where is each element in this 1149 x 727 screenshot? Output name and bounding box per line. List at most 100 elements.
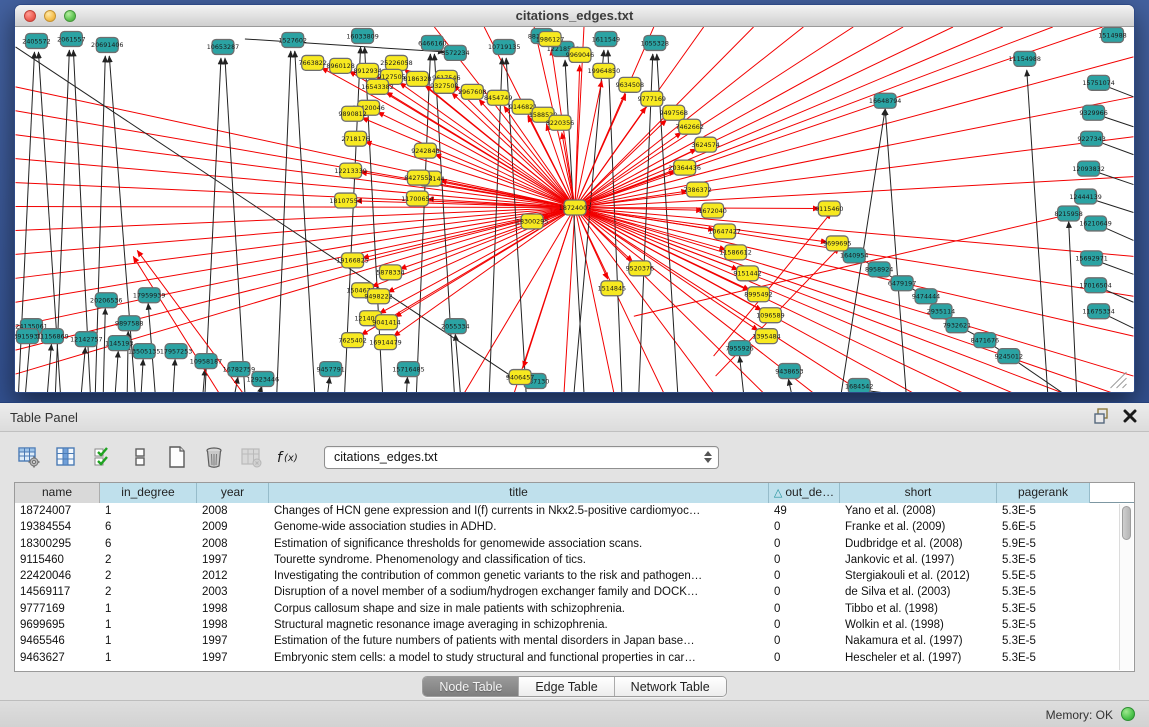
table-cell[interactable]: 2003 [197,584,269,600]
table-cell[interactable]: 1 [100,650,197,666]
graph-node[interactable]: 9777169 [638,91,666,106]
network-canvas[interactable]: 2405572206155720691406106532871527602160… [15,27,1134,393]
table-cell[interactable]: Franke et al. (2009) [840,519,997,535]
graph-node[interactable]: 7386372 [683,182,711,197]
graph-node[interactable]: 9498222 [364,289,392,304]
graph-node[interactable]: 9406457 [506,370,534,385]
table-cell[interactable]: 2008 [197,503,269,519]
table-cell[interactable]: 0 [769,617,840,633]
table-cell[interactable]: 5.3E-5 [997,584,1090,600]
graph-node[interactable]: 10958187 [190,354,222,369]
table-row[interactable]: 1830029562008Estimation of significance … [15,536,1134,552]
table-cell[interactable]: 49 [769,503,840,519]
table-cell[interactable]: Dudbridge et al. (2008) [840,536,997,552]
table-cell[interactable]: Stergiakouli et al. (2012) [840,568,997,584]
column-header-pagerank[interactable]: pagerank [997,483,1090,503]
table-cell[interactable]: Estimation of the future numbers of pati… [269,633,769,649]
graph-node[interactable]: 9457791 [316,362,344,377]
table-cell[interactable]: 5.3E-5 [997,552,1090,568]
table-cell[interactable]: 1997 [197,650,269,666]
graph-node[interactable]: 2405572 [22,33,50,48]
graph-node[interactable]: 1672040 [698,203,726,218]
graph-node[interactable]: 2055334 [441,319,469,334]
graph-node[interactable]: 8427552 [404,170,432,185]
graph-node[interactable]: 9041414 [372,315,400,330]
table-cell[interactable]: Jankovic et al. (1997) [840,552,997,568]
graph-node[interactable]: 12213339 [334,163,366,178]
graph-node[interactable]: 20364436 [668,160,700,175]
table-cell[interactable]: Estimation of significance thresholds fo… [269,536,769,552]
table-cell[interactable]: 6 [100,536,197,552]
table-cell[interactable]: 9465546 [15,633,100,649]
graph-node[interactable]: 11154988 [1009,51,1041,66]
row-height-button[interactable] [127,444,153,470]
graph-node[interactable]: 19964850 [588,63,620,78]
graph-node[interactable]: 9474444 [912,289,940,304]
table-cell[interactable]: Investigating the contribution of common… [269,568,769,584]
graph-node[interactable]: 12444139 [1069,189,1101,204]
table-settings-button[interactable] [16,444,42,470]
table-cell[interactable]: 1998 [197,617,269,633]
graph-node[interactable]: 7932621 [943,318,971,333]
graph-node[interactable]: 15716485 [392,362,424,377]
graph-node[interactable]: 9438653 [775,364,803,379]
table-cell[interactable]: 5.9E-5 [997,536,1090,552]
graph-node[interactable]: 9151442 [733,266,761,281]
table-cell[interactable]: 5.3E-5 [997,617,1090,633]
table-cell[interactable]: Wolkin et al. (1998) [840,617,997,633]
table-cell[interactable]: 2 [100,568,197,584]
table-row[interactable]: 946554611997Estimation of the future num… [15,633,1134,649]
graph-node[interactable]: 9245012 [995,349,1023,364]
graph-node[interactable]: 18107554 [329,193,361,208]
table-cell[interactable]: 22420046 [15,568,100,584]
column-visibility-button[interactable] [90,444,116,470]
table-cell[interactable]: 1 [100,601,197,617]
graph-node[interactable]: 1395484 [752,329,780,344]
scrollbar-thumb[interactable] [1122,506,1131,540]
table-vertical-scrollbar[interactable] [1119,504,1133,670]
table-cell[interactable]: 14569117 [15,584,100,600]
graph-node[interactable]: 7625402 [338,333,366,348]
table-cell[interactable]: Tourette syndrome. Phenomenology and cla… [269,552,769,568]
graph-node[interactable]: 12923446 [247,372,279,387]
graph-node[interactable]: 7462662 [675,119,703,134]
table-cell[interactable]: 5.5E-5 [997,568,1090,584]
table-cell[interactable]: Changes of HCN gene expression and I(f) … [269,503,769,519]
graph-node[interactable]: 9634508 [616,77,644,92]
graph-node[interactable]: 9520376 [626,261,654,276]
delete-column-trash-button[interactable] [201,444,227,470]
graph-node[interactable]: 16648794 [869,93,901,108]
table-cell[interactable]: 0 [769,633,840,649]
canvas-resize-grip[interactable] [1111,372,1127,388]
table-cell[interactable]: 5.3E-5 [997,650,1090,666]
table-cell[interactable]: 1 [100,503,197,519]
table-cell[interactable]: Hescheler et al. (1997) [840,650,997,666]
table-row[interactable]: 1938455462009Genome-wide association stu… [15,519,1134,535]
graph-node[interactable]: 9699695 [823,236,851,251]
graph-node[interactable]: 11700654 [401,191,433,206]
graph-node[interactable]: 20206536 [90,293,122,308]
column-header-year[interactable]: year [197,483,269,503]
graph-node[interactable]: 7663822 [299,55,327,70]
table-cell[interactable]: Yano et al. (2008) [840,503,997,519]
graph-node[interactable]: 7955926 [725,341,753,356]
graph-node[interactable]: 9242848 [411,143,439,158]
table-cell[interactable]: 0 [769,568,840,584]
table-cell[interactable]: 0 [769,601,840,617]
graph-node[interactable]: 1611549 [592,31,620,46]
graph-node[interactable]: 9969046 [566,47,594,62]
table-row[interactable]: 2242004622012Investigating the contribut… [15,568,1134,584]
graph-node[interactable]: 16033809 [346,28,378,43]
graph-node[interactable]: 10653287 [207,39,239,54]
table-cell[interactable]: 1 [100,633,197,649]
table-cell[interactable]: 0 [769,584,840,600]
graph-node[interactable]: 2718176 [341,131,369,146]
table-cell[interactable]: 5.3E-5 [997,601,1090,617]
graph-node[interactable]: 9897588 [115,316,143,331]
table-row[interactable]: 1872400712008Changes of HCN gene express… [15,503,1134,519]
table-cell[interactable]: Genome-wide association studies in ADHD. [269,519,769,535]
column-header-out_de[interactable]: △out_de… [769,483,840,503]
table-cell[interactable]: 5.6E-5 [997,519,1090,535]
graph-node[interactable]: 10719135 [488,39,520,54]
table-row[interactable]: 977716911998Corpus callosum shape and si… [15,601,1134,617]
